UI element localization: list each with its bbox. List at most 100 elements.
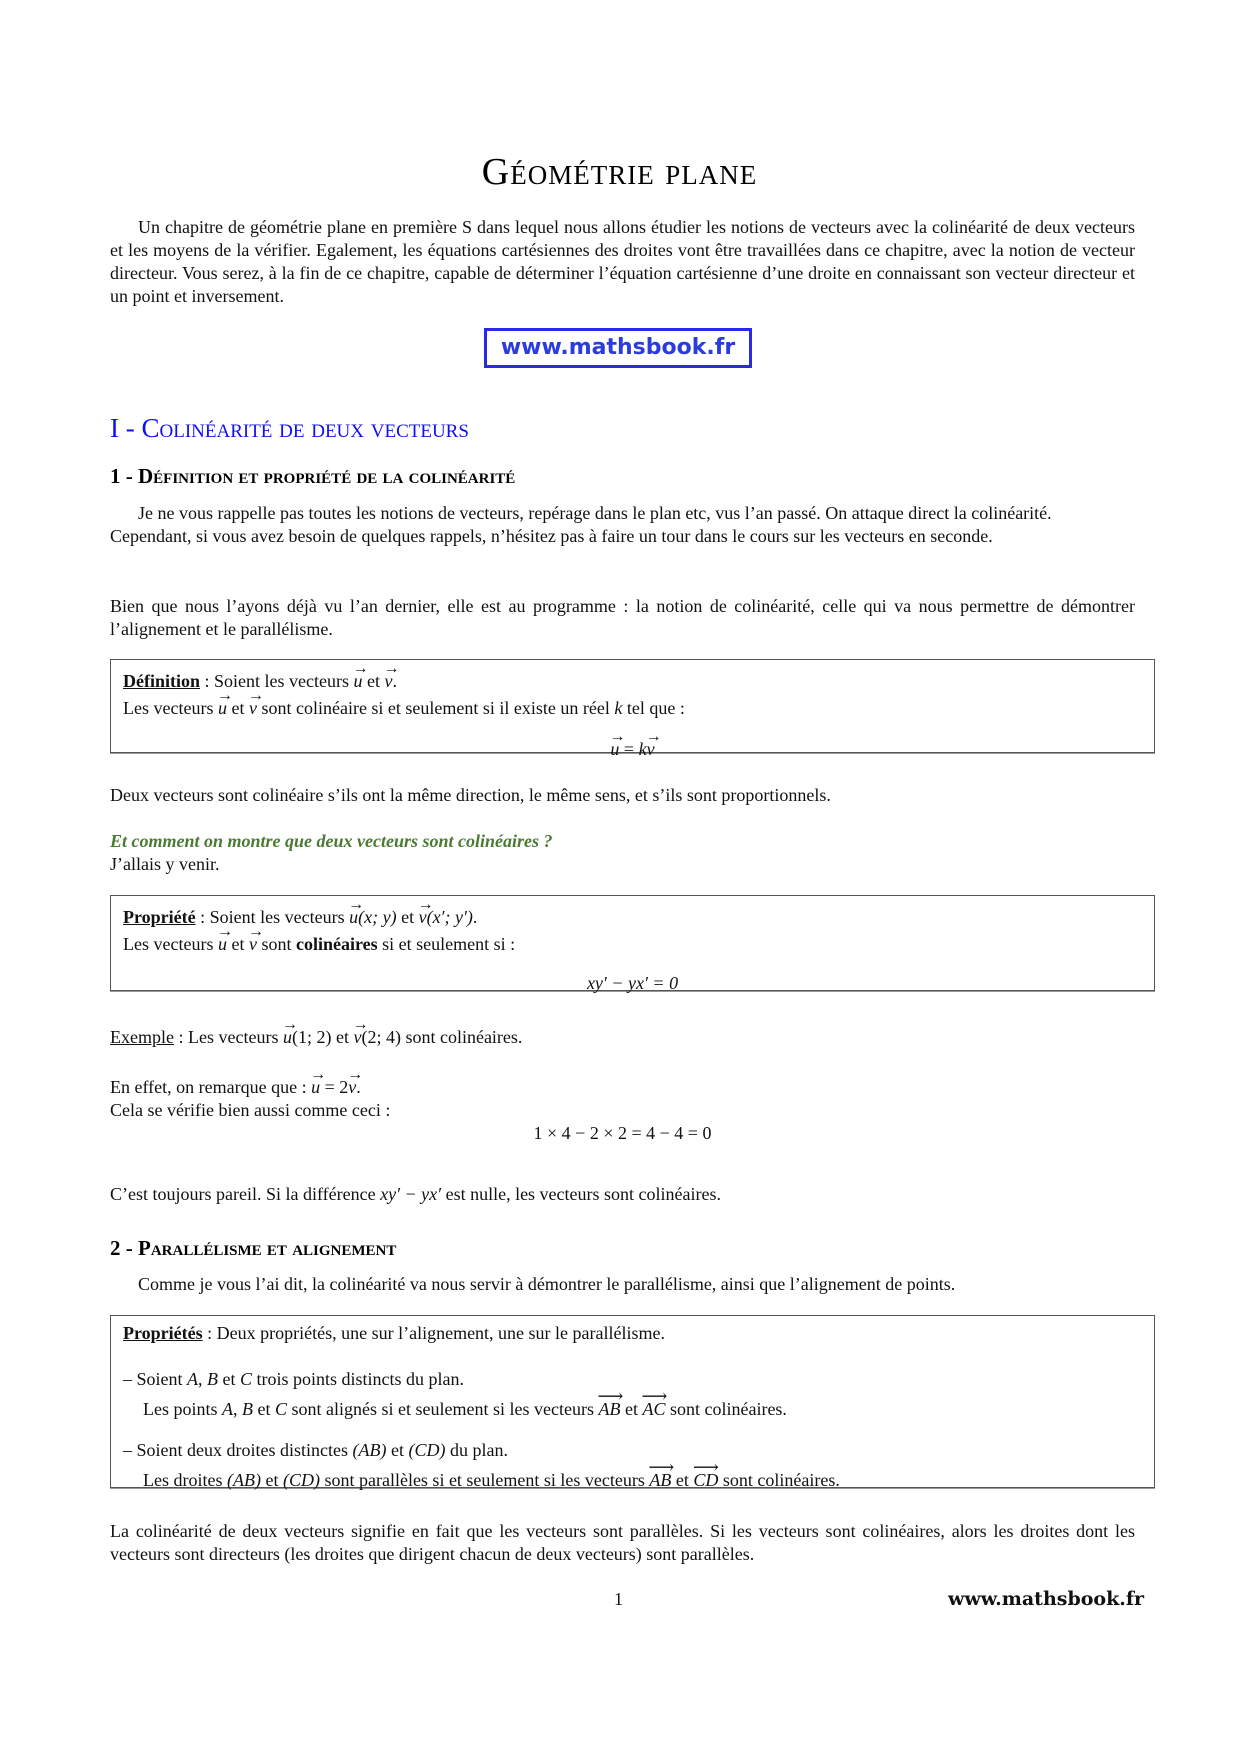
intro-text: Un chapitre de géométrie plane en premiè… [110, 217, 1135, 306]
text: du plan. [445, 1440, 508, 1460]
site-link-button[interactable]: www.mathsbook.fr [484, 328, 752, 368]
math-point: B [242, 1399, 253, 1419]
example-block: Exemple : Les vecteurs u(1; 2) et v(2; 4… [110, 1013, 1135, 1145]
text: Les vecteurs [123, 934, 218, 954]
math-point: B [207, 1369, 219, 1389]
vector-u: u [609, 725, 619, 761]
text: Les points [143, 1399, 222, 1419]
text: si et seulement si : [377, 934, 516, 954]
paragraph-text: Deux vecteurs sont colinéaire s’ils ont … [110, 785, 831, 805]
text: et [396, 907, 419, 927]
vector-v: v [383, 657, 392, 693]
question-block: Et comment on montre que deux vecteurs s… [110, 830, 1135, 876]
text: . [472, 907, 478, 927]
paragraph-text: Je ne vous rappelle pas toutes les notio… [138, 503, 1052, 523]
question-text: Et comment on montre que deux vecteurs s… [110, 831, 553, 851]
computation-formula: 1 × 4 − 2 × 2 = 4 − 4 = 0 [533, 1123, 712, 1143]
math-line: (AB) [352, 1440, 387, 1460]
text: et [253, 1399, 275, 1419]
math-point: C [240, 1369, 253, 1389]
vector-v: v [418, 893, 427, 929]
text: : Deux propriétés, une sur l’alignement,… [202, 1323, 665, 1343]
vector-ab: AB [597, 1385, 620, 1421]
text: trois points distincts du plan. [252, 1369, 465, 1389]
math-line: (CD) [282, 1470, 320, 1490]
vector-ab: AB [648, 1456, 671, 1492]
paragraph-direction: Deux vecteurs sont colinéaire s’ils ont … [110, 784, 1135, 807]
paragraph-reminder: Je ne vous rappelle pas toutes les notio… [110, 502, 1135, 548]
text: Les vecteurs [123, 698, 218, 718]
text: tel que : [622, 698, 685, 718]
text: C’est toujours pareil. Si la différence [110, 1184, 381, 1204]
paragraph-closing: La colinéarité de deux vecteurs signifie… [110, 1520, 1135, 1566]
paragraph-text: La colinéarité de deux vecteurs signifie… [110, 1521, 1135, 1564]
text: sont colinéaires. [400, 1027, 523, 1047]
example-label: Exemple [110, 1027, 174, 1047]
page-title: Géométrie plane [481, 151, 758, 193]
text: En effet, on remarque que : [110, 1077, 312, 1097]
vector-u: u [217, 920, 227, 956]
text: sont colinéaire si et seulement si il ex… [256, 698, 615, 718]
text: sont colinéaires. [718, 1470, 840, 1490]
section-title: I - Colinéarité de deux vecteurs [110, 413, 469, 443]
coords: (2; 4) [361, 1027, 401, 1047]
text: – Soient deux droites distinctes [123, 1440, 353, 1460]
math-line: (CD) [408, 1440, 446, 1460]
subsection-title: 2 - Parallélisme et alignement [110, 1236, 397, 1260]
vector-v: v [248, 920, 257, 956]
vector-u: u [310, 1063, 320, 1099]
text: et [620, 1399, 643, 1419]
text: Les droites [143, 1470, 227, 1490]
text: sont [256, 934, 296, 954]
properties-label: Propriétés [123, 1323, 203, 1343]
text: et [386, 1440, 409, 1460]
vector-v: v [248, 684, 257, 720]
math-point: C [275, 1399, 288, 1419]
text: : Les vecteurs [173, 1027, 283, 1047]
property-item-parallelism: – Soient deux droites distinctes (AB) et… [123, 1439, 1142, 1492]
footer-site-link[interactable]: www.mathsbook.fr [948, 1588, 1144, 1611]
text: = 2 [320, 1077, 349, 1097]
definition-formula: u = kv [123, 725, 1142, 761]
text: sont parallèles si et seulement si les v… [319, 1470, 650, 1490]
text: et [260, 1470, 283, 1490]
property-formula: xy′ − yx′ = 0 [586, 973, 679, 993]
math-point: A [187, 1369, 199, 1389]
paragraph-text: Cependant, si vous avez besoin de quelqu… [110, 526, 993, 546]
vector-u: u [352, 657, 362, 693]
vector-u: u [348, 893, 358, 929]
vector-u: u [282, 1013, 292, 1049]
paragraph-text: Comme je vous l’ai dit, la colinéarité v… [138, 1274, 956, 1294]
text: est nulle, les vecteurs sont colinéaires… [441, 1184, 721, 1204]
math-coords: (x; y) [358, 907, 397, 927]
vector-ac: AC [641, 1385, 665, 1421]
property-item-alignment: – Soient A, B et C trois points distinct… [123, 1368, 1142, 1421]
bold-text: colinéaires [295, 934, 378, 954]
math-expression: xy′ − yx′ [380, 1184, 442, 1204]
paragraph-program: Bien que nous l’ayons déjà vu l’an derni… [110, 595, 1135, 641]
math-point: A [222, 1399, 233, 1419]
vector-v: v [646, 725, 655, 761]
definition-box: Définition : Soient les vecteurs u et v.… [110, 657, 1155, 759]
verify-text: Cela se vérifie bien aussi comme ceci : [110, 1100, 391, 1120]
text: sont alignés si et seulement si les vect… [287, 1399, 599, 1419]
property-box: Propriété : Soient les vecteurs u(x; y) … [110, 893, 1155, 993]
coords: (1; 2) [291, 1027, 332, 1047]
text: et [671, 1470, 694, 1490]
property-label: Propriété [123, 907, 196, 927]
vector-v: v [352, 1013, 361, 1049]
properties-box: Propriétés : Deux propriétés, une sur l’… [110, 1315, 1155, 1490]
definition-label: Définition [123, 671, 201, 691]
text: et [331, 1027, 354, 1047]
text: – Soient [123, 1369, 188, 1389]
math-coords: (x′; y′) [426, 907, 473, 927]
subsection-title: 1 - Définition et propriété de la coliné… [110, 464, 516, 488]
answer-text: J’allais y venir. [110, 854, 220, 874]
math-line: (AB) [226, 1470, 261, 1490]
text: et [218, 1369, 241, 1389]
vector-u: u [217, 684, 227, 720]
paragraph-intro-2: Comme je vous l’ai dit, la colinéarité v… [110, 1273, 1135, 1296]
intro-paragraph: Un chapitre de géométrie plane en premiè… [110, 216, 1135, 308]
paragraph-text: Bien que nous l’ayons déjà vu l’an derni… [110, 596, 1135, 639]
text: , [198, 1369, 208, 1389]
